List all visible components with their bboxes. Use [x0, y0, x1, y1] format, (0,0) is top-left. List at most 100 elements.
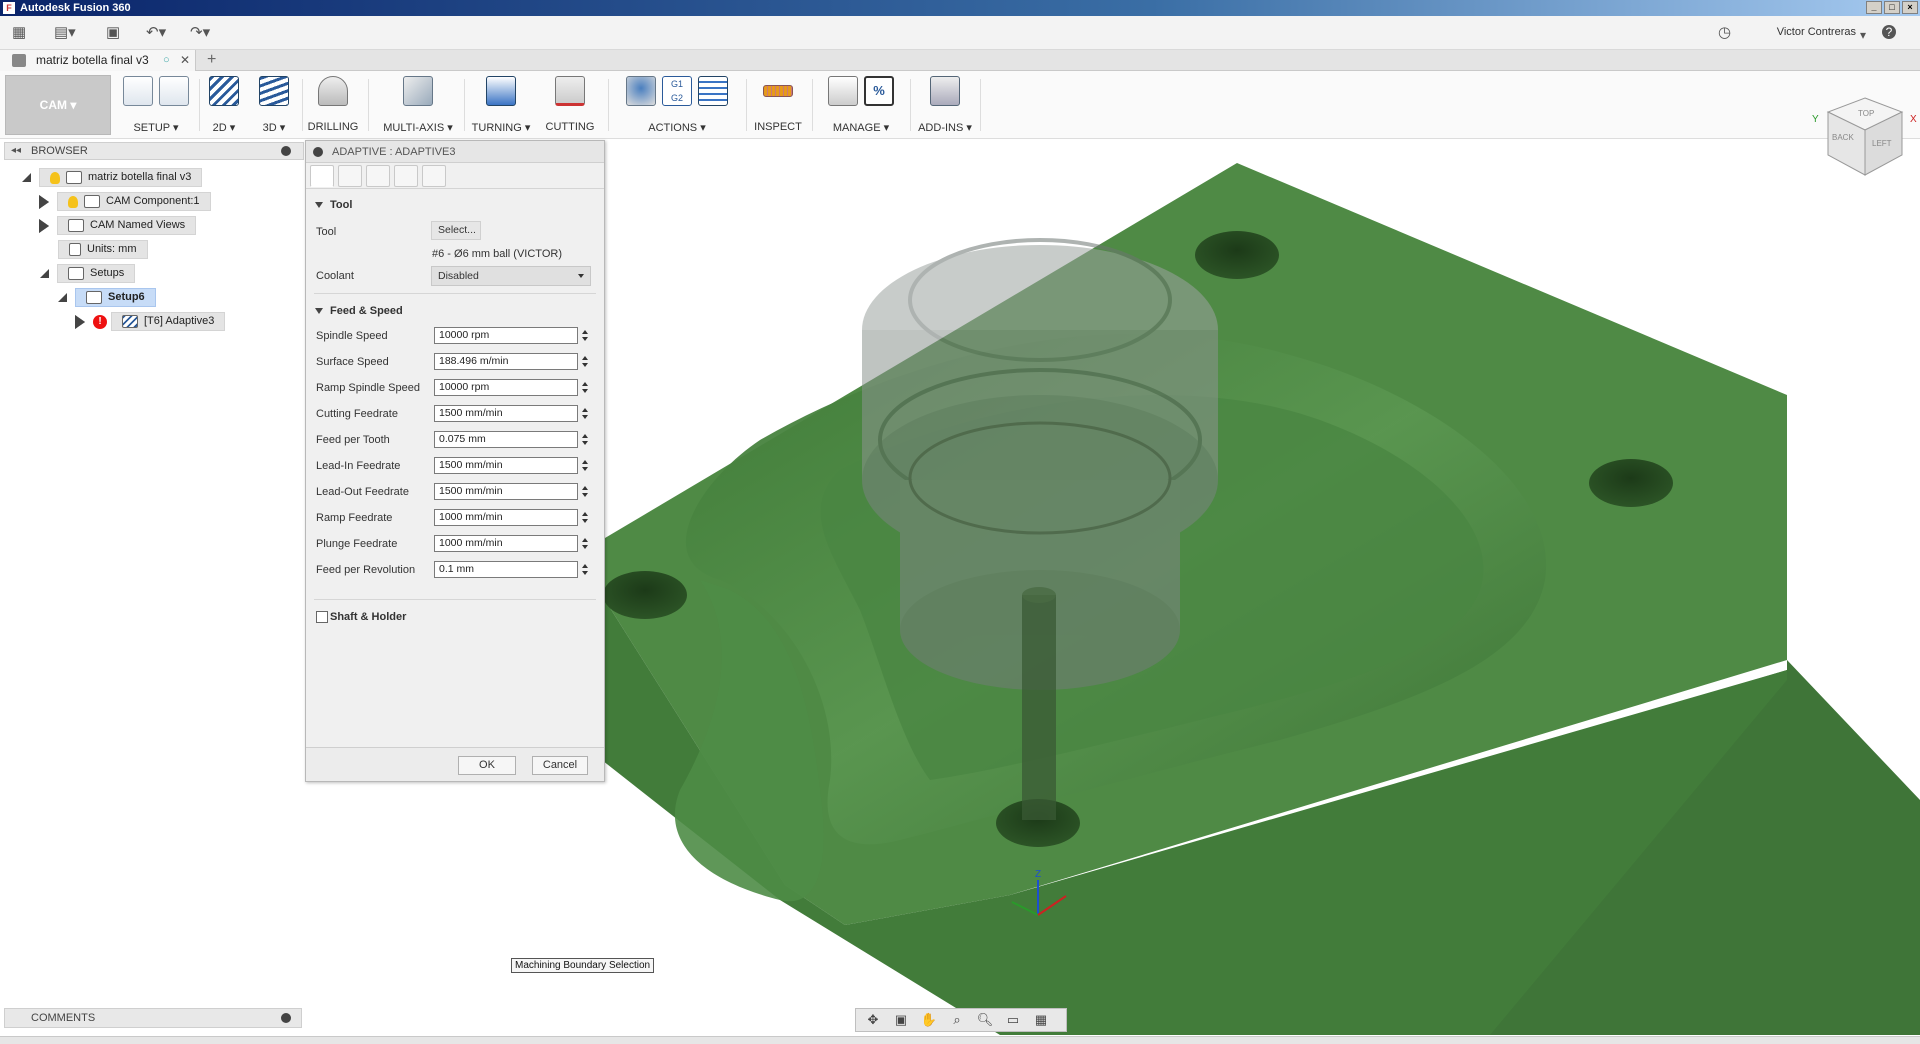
actions-group[interactable]: G1 G2 ACTIONS ▾	[614, 75, 740, 135]
expand-toggle-icon[interactable]	[75, 314, 85, 329]
tool-select-button[interactable]: Select...	[431, 221, 481, 240]
collapse-arrow-icon[interactable]	[315, 202, 323, 208]
shaft-holder-section-header[interactable]: Shaft & Holder	[306, 607, 604, 627]
measure-icon[interactable]	[763, 85, 793, 97]
spinner-arrows-icon[interactable]	[581, 509, 589, 526]
display-settings-icon[interactable]: ▭	[1002, 1012, 1024, 1028]
user-menu-chevron-icon[interactable]: ▾	[1860, 26, 1866, 44]
tab-passes-icon[interactable]	[394, 164, 418, 187]
save-icon[interactable]: ▣	[106, 24, 120, 42]
visibility-bulb-icon[interactable]	[68, 195, 78, 208]
visibility-bulb-icon[interactable]	[50, 171, 60, 184]
spinner-arrows-icon[interactable]	[581, 327, 589, 344]
expand-toggle-icon[interactable]	[39, 194, 49, 209]
multi-axis-icon[interactable]	[403, 76, 433, 106]
ramp-spindle-speed-input[interactable]: 10000 rpm	[434, 379, 578, 396]
expand-toggle-icon[interactable]	[39, 218, 49, 233]
spinner-arrows-icon[interactable]	[581, 561, 589, 578]
drilling-group[interactable]: DRILLING	[306, 75, 360, 135]
spinner-arrows-icon[interactable]	[581, 379, 589, 396]
data-panel-grid-icon[interactable]: ▦	[12, 24, 26, 42]
close-tab-icon[interactable]: ✕	[180, 50, 190, 71]
template-library-percent-icon[interactable]: %	[864, 76, 894, 106]
coolant-select[interactable]: Disabled	[431, 266, 591, 286]
minimize-button[interactable]: _	[1866, 1, 1882, 14]
2d-group[interactable]: 2D ▾	[204, 75, 244, 135]
simulate-icon[interactable]	[626, 76, 656, 106]
add-ins-group[interactable]: ADD-INS ▾	[914, 75, 976, 135]
tree-root-document[interactable]: matriz botella final v3	[22, 168, 203, 187]
job-status-clock-icon[interactable]: ◷	[1718, 24, 1731, 42]
tree-node-setups[interactable]: Setups	[57, 264, 136, 283]
close-window-button[interactable]: ×	[1902, 1, 1918, 14]
tree-node-units[interactable]: Units: mm	[58, 240, 148, 259]
maximize-button[interactable]: □	[1884, 1, 1900, 14]
setup-folder-icon[interactable]	[123, 76, 153, 106]
zoom-icon[interactable]: 🔍︎	[974, 1012, 996, 1028]
feed-per-revolution-input[interactable]: 0.1 mm	[434, 561, 578, 578]
feed-per-tooth-input[interactable]: 0.075 mm	[434, 431, 578, 448]
view-cube[interactable]: TOP BACK LEFT Y X	[1810, 90, 1920, 190]
bolt-hole[interactable]	[1589, 459, 1673, 507]
tree-setups[interactable]: Setups	[40, 264, 136, 283]
ok-button[interactable]: OK	[458, 756, 516, 775]
tab-tool-icon[interactable]	[310, 164, 334, 187]
redo-icon[interactable]: ↷▾	[190, 24, 210, 42]
cutting-group[interactable]: CUTTING	[540, 75, 600, 135]
dialog-collapse-icon[interactable]	[313, 147, 323, 157]
plunge-feedrate-input[interactable]: 1000 mm/min	[434, 535, 578, 552]
tool-library-icon[interactable]	[828, 76, 858, 106]
spinner-arrows-icon[interactable]	[581, 353, 589, 370]
spindle-speed-input[interactable]: 10000 rpm	[434, 327, 578, 344]
tree-units[interactable]: Units: mm	[58, 240, 148, 259]
tab-geometry-icon[interactable]	[338, 164, 362, 187]
bolt-hole[interactable]	[1195, 231, 1279, 279]
spinner-arrows-icon[interactable]	[581, 405, 589, 422]
setup-sheet-doc-icon[interactable]	[698, 76, 728, 106]
tree-node-document[interactable]: matriz botella final v3	[39, 168, 203, 187]
tool-section-header[interactable]: Tool	[306, 195, 604, 215]
orbit-icon[interactable]: ✥	[862, 1012, 884, 1028]
expand-toggle-icon[interactable]	[22, 173, 31, 182]
tree-node-adaptive3[interactable]: [T6] Adaptive3	[111, 312, 226, 331]
spinner-arrows-icon[interactable]	[581, 431, 589, 448]
tree-adaptive3[interactable]: ! [T6] Adaptive3	[75, 312, 226, 331]
tree-node-setup6[interactable]: Setup6	[75, 288, 156, 307]
cutting-icon[interactable]	[555, 76, 585, 106]
file-menu-icon[interactable]: ▤▾	[54, 24, 76, 42]
setup-sheet-icon[interactable]	[159, 76, 189, 106]
add-comment-icon[interactable]	[281, 1013, 291, 1023]
document-tab[interactable]: matriz botella final v3 ○ ✕	[0, 50, 196, 71]
tree-node-named-views[interactable]: CAM Named Views	[57, 216, 197, 235]
collapse-arrow-icon[interactable]	[315, 308, 323, 314]
user-menu[interactable]: Victor Contreras	[1777, 26, 1856, 38]
spinner-arrows-icon[interactable]	[581, 483, 589, 500]
tree-setup6[interactable]: Setup6	[58, 288, 156, 307]
grid-settings-icon[interactable]: ▦	[1030, 1012, 1052, 1028]
manage-group[interactable]: % MANAGE ▾	[818, 75, 904, 135]
browser-minimize-icon[interactable]	[281, 146, 291, 156]
look-at-icon[interactable]: ▣	[890, 1012, 912, 1028]
expand-toggle-icon[interactable]	[58, 293, 67, 302]
cancel-button[interactable]: Cancel	[532, 756, 588, 775]
drill-icon[interactable]	[318, 76, 348, 106]
spinner-arrows-icon[interactable]	[581, 457, 589, 474]
inspect-group[interactable]: INSPECT	[752, 75, 804, 135]
multi-axis-group[interactable]: MULTI-AXIS ▾	[378, 75, 458, 135]
collapse-browser-icon[interactable]: ◂◂	[11, 143, 21, 159]
ramp-feedrate-input[interactable]: 1000 mm/min	[434, 509, 578, 526]
browser-header[interactable]: ◂◂ BROWSER	[4, 142, 304, 160]
undo-icon[interactable]: ↶▾	[146, 24, 166, 42]
setup-group[interactable]: SETUP ▾	[116, 75, 196, 135]
workspace-switcher-button[interactable]: CAM ▾	[5, 75, 111, 135]
help-icon[interactable]: ?	[1882, 25, 1896, 39]
scripts-add-ins-icon[interactable]	[930, 76, 960, 106]
2d-toolpath-icon[interactable]	[209, 76, 239, 106]
turning-group[interactable]: TURNING ▾	[470, 75, 532, 135]
tree-node-component[interactable]: CAM Component:1	[57, 192, 211, 211]
tab-linking-icon[interactable]	[422, 164, 446, 187]
zoom-window-icon[interactable]: ⌕	[946, 1012, 968, 1028]
pan-hand-icon[interactable]: ✋	[918, 1012, 940, 1028]
lead-out-feedrate-input[interactable]: 1500 mm/min	[434, 483, 578, 500]
tab-heights-icon[interactable]	[366, 164, 390, 187]
